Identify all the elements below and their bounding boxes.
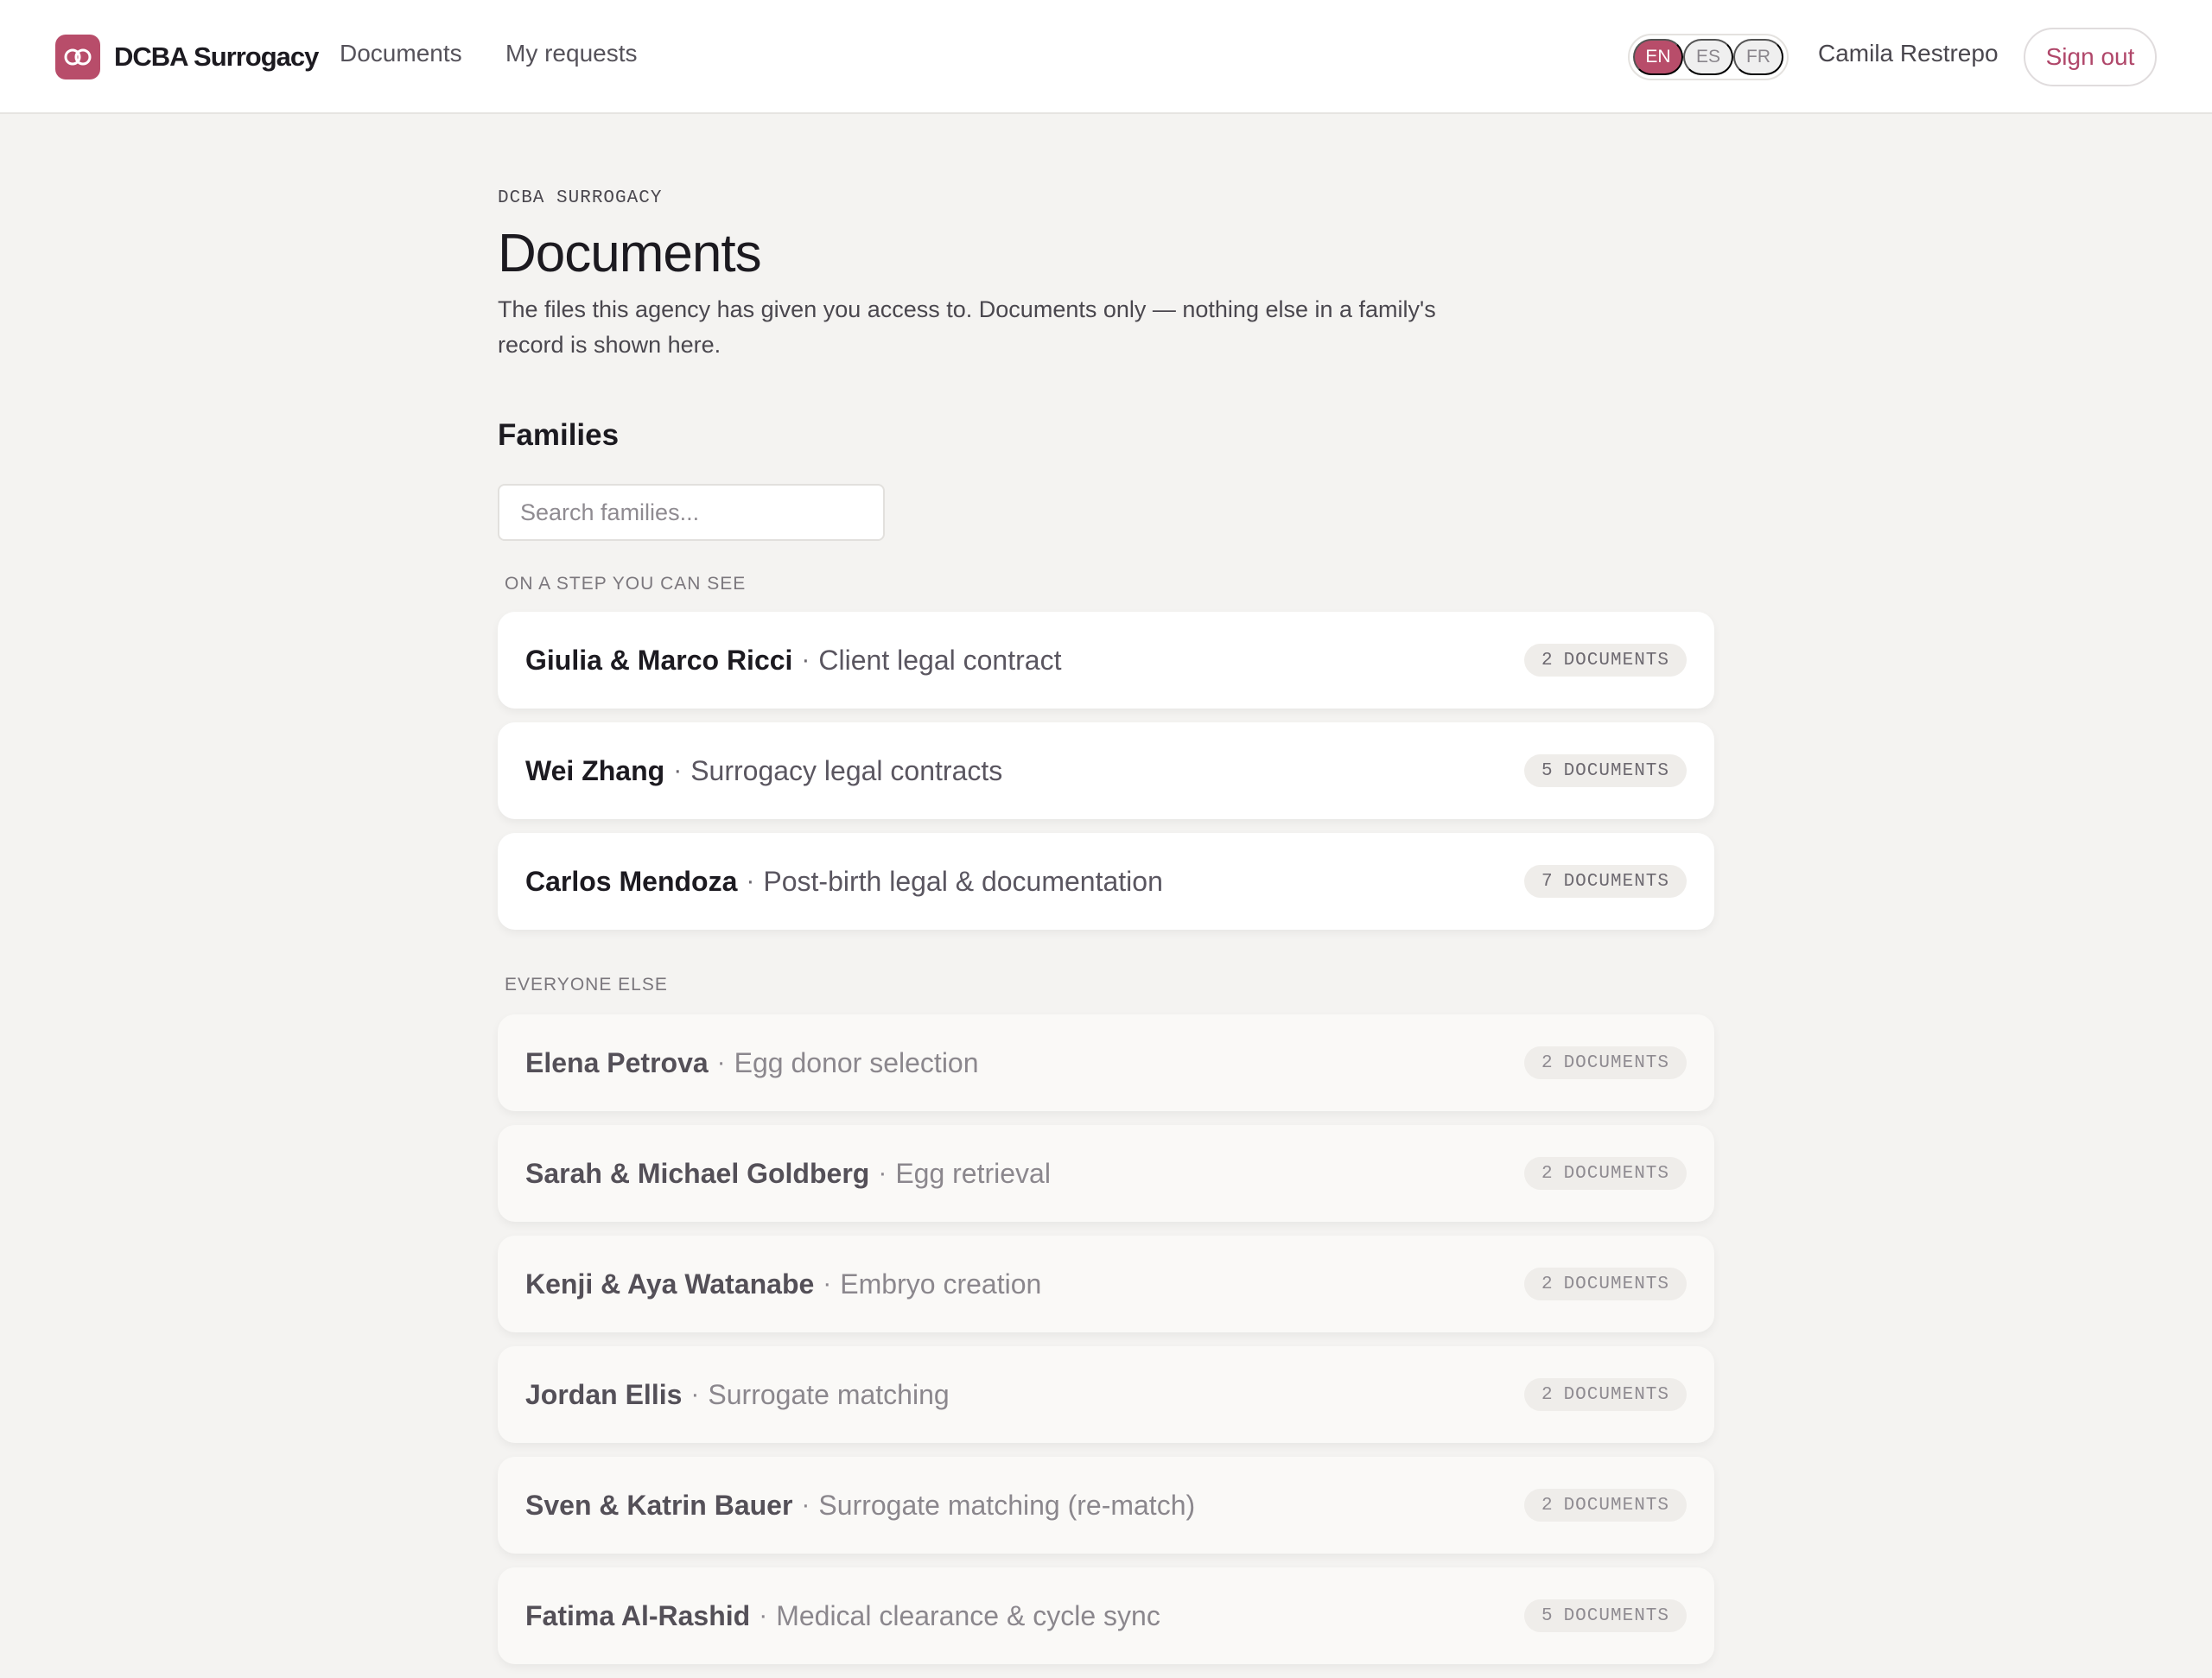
separator-dot: · bbox=[746, 867, 755, 895]
nav-documents[interactable]: Documents bbox=[340, 40, 462, 67]
separator-dot: · bbox=[878, 1159, 887, 1187]
document-count-badge: 2 DOCUMENTS bbox=[1523, 1157, 1687, 1190]
top-bar: DCBA Surrogacy Documents My requests EN … bbox=[0, 0, 2212, 114]
separator-dot: · bbox=[673, 756, 683, 785]
family-step: Egg donor selection bbox=[734, 1046, 979, 1078]
document-unit: DOCUMENTS bbox=[1563, 1605, 1669, 1626]
family-name: Sarah & Michael Goldberg bbox=[525, 1157, 870, 1189]
document-count-badge: 7 DOCUMENTS bbox=[1523, 865, 1687, 898]
group-label-visible-step: ON A STEP YOU CAN SEE bbox=[505, 574, 747, 594]
document-count-badge: 2 DOCUMENTS bbox=[1523, 1378, 1687, 1411]
family-card[interactable]: Wei Zhang · Surrogacy legal contracts 5 … bbox=[498, 722, 1714, 819]
lang-fr-button[interactable]: FR bbox=[1733, 39, 1783, 75]
document-unit: DOCUMENTS bbox=[1563, 1495, 1669, 1516]
document-unit: DOCUMENTS bbox=[1563, 1163, 1669, 1184]
document-count: 2 bbox=[1541, 1495, 1554, 1516]
lang-en-button[interactable]: EN bbox=[1633, 39, 1683, 75]
separator-dot: · bbox=[801, 1490, 810, 1519]
family-card[interactable]: Kenji & Aya Watanabe · Embryo creation 2… bbox=[498, 1236, 1714, 1332]
document-unit: DOCUMENTS bbox=[1563, 1274, 1669, 1294]
search-families-input[interactable] bbox=[498, 484, 885, 541]
family-card[interactable]: Fatima Al-Rashid · Medical clearance & c… bbox=[498, 1567, 1714, 1664]
separator-dot: · bbox=[690, 1380, 700, 1408]
family-step: Medical clearance & cycle sync bbox=[776, 1599, 1160, 1631]
document-count-badge: 2 DOCUMENTS bbox=[1523, 1046, 1687, 1079]
family-card[interactable]: Elena Petrova · Egg donor selection 2 DO… bbox=[498, 1014, 1714, 1111]
sign-out-button[interactable]: Sign out bbox=[2024, 28, 2157, 86]
family-list-visible-step: Giulia & Marco Ricci · Client legal cont… bbox=[498, 612, 1714, 944]
family-name: Carlos Mendoza bbox=[525, 865, 738, 897]
document-count-badge: 2 DOCUMENTS bbox=[1523, 644, 1687, 677]
family-list-everyone-else: Elena Petrova · Egg donor selection 2 DO… bbox=[498, 1014, 1714, 1678]
family-step: Client legal contract bbox=[818, 644, 1062, 676]
family-card[interactable]: Sarah & Michael Goldberg · Egg retrieval… bbox=[498, 1125, 1714, 1222]
family-step: Surrogate matching bbox=[708, 1378, 950, 1410]
document-count-badge: 5 DOCUMENTS bbox=[1523, 754, 1687, 787]
document-count-badge: 5 DOCUMENTS bbox=[1523, 1599, 1687, 1632]
document-count: 2 bbox=[1541, 1274, 1554, 1294]
family-step: Embryo creation bbox=[840, 1268, 1042, 1300]
document-unit: DOCUMENTS bbox=[1563, 871, 1669, 892]
family-card[interactable]: Carlos Mendoza · Post-birth legal & docu… bbox=[498, 833, 1714, 930]
family-name: Fatima Al-Rashid bbox=[525, 1599, 751, 1631]
family-card[interactable]: Giulia & Marco Ricci · Client legal cont… bbox=[498, 612, 1714, 709]
family-name: Giulia & Marco Ricci bbox=[525, 644, 793, 676]
document-count: 2 bbox=[1541, 1384, 1554, 1405]
family-name: Jordan Ellis bbox=[525, 1378, 683, 1410]
brand[interactable]: DCBA Surrogacy bbox=[55, 35, 319, 79]
document-unit: DOCUMENTS bbox=[1563, 1052, 1669, 1073]
document-count: 5 bbox=[1541, 1605, 1554, 1626]
family-name: Kenji & Aya Watanabe bbox=[525, 1268, 815, 1300]
brand-name: DCBA Surrogacy bbox=[114, 41, 319, 72]
family-step: Egg retrieval bbox=[895, 1157, 1051, 1189]
lang-es-button[interactable]: ES bbox=[1683, 39, 1733, 75]
page-description: The files this agency has given you acce… bbox=[498, 296, 1436, 358]
user-name: Camila Restrepo bbox=[1818, 40, 1999, 67]
document-count: 2 bbox=[1541, 1163, 1554, 1184]
document-count: 2 bbox=[1541, 650, 1554, 671]
section-title-families: Families bbox=[498, 418, 620, 452]
document-unit: DOCUMENTS bbox=[1563, 1384, 1669, 1405]
separator-dot: · bbox=[823, 1269, 832, 1298]
family-name: Wei Zhang bbox=[525, 754, 665, 786]
separator-dot: · bbox=[801, 645, 810, 674]
separator-dot: · bbox=[716, 1048, 726, 1077]
document-count-badge: 2 DOCUMENTS bbox=[1523, 1268, 1687, 1300]
group-label-everyone-else: EVERYONE ELSE bbox=[505, 975, 668, 995]
document-unit: DOCUMENTS bbox=[1563, 760, 1669, 781]
family-step: Surrogacy legal contracts bbox=[690, 754, 1003, 786]
document-count: 5 bbox=[1541, 760, 1554, 781]
document-count-badge: 2 DOCUMENTS bbox=[1523, 1489, 1687, 1522]
family-step: Surrogate matching (re-match) bbox=[818, 1489, 1196, 1521]
family-name: Sven & Katrin Bauer bbox=[525, 1489, 793, 1521]
document-unit: DOCUMENTS bbox=[1563, 650, 1669, 671]
page-title: Documents bbox=[498, 224, 762, 283]
eyebrow: DCBA SURROGACY bbox=[498, 188, 663, 208]
family-card[interactable]: Sven & Katrin Bauer · Surrogate matching… bbox=[498, 1457, 1714, 1554]
separator-dot: · bbox=[759, 1601, 768, 1630]
language-switcher: EN ES FR bbox=[1628, 34, 1789, 80]
family-step: Post-birth legal & documentation bbox=[763, 865, 1163, 897]
family-card[interactable]: Jordan Ellis · Surrogate matching 2 DOCU… bbox=[498, 1346, 1714, 1443]
interlocking-rings-icon bbox=[55, 35, 100, 79]
document-count: 2 bbox=[1541, 1052, 1554, 1073]
family-name: Elena Petrova bbox=[525, 1046, 709, 1078]
document-count: 7 bbox=[1541, 871, 1554, 892]
nav-my-requests[interactable]: My requests bbox=[505, 40, 638, 67]
